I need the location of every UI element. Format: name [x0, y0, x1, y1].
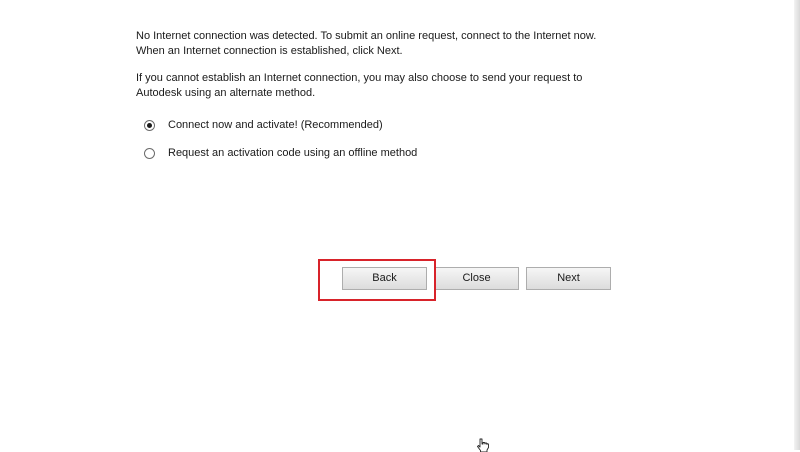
- offline-method-option[interactable]: Request an activation code using an offl…: [144, 145, 417, 161]
- close-button[interactable]: Close: [434, 267, 519, 290]
- connect-now-label: Connect now and activate! (Recommended): [168, 119, 383, 131]
- connect-now-option[interactable]: Connect now and activate! (Recommended): [144, 117, 383, 133]
- window-edge: [794, 0, 800, 450]
- next-button[interactable]: Next: [526, 267, 611, 290]
- back-button[interactable]: Back: [342, 267, 427, 290]
- message-line: No Internet connection was detected. To …: [136, 30, 597, 42]
- message-line: When an Internet connection is establish…: [136, 45, 403, 57]
- connection-message: No Internet connection was detected. To …: [136, 29, 656, 59]
- connect-now-radio[interactable]: [144, 119, 155, 131]
- alternate-method-message: If you cannot establish an Internet conn…: [136, 71, 656, 101]
- message-line: Autodesk using an alternate method.: [136, 87, 316, 99]
- offline-method-radio[interactable]: [144, 147, 155, 159]
- offline-method-label: Request an activation code using an offl…: [168, 147, 418, 159]
- message-line: If you cannot establish an Internet conn…: [136, 72, 583, 84]
